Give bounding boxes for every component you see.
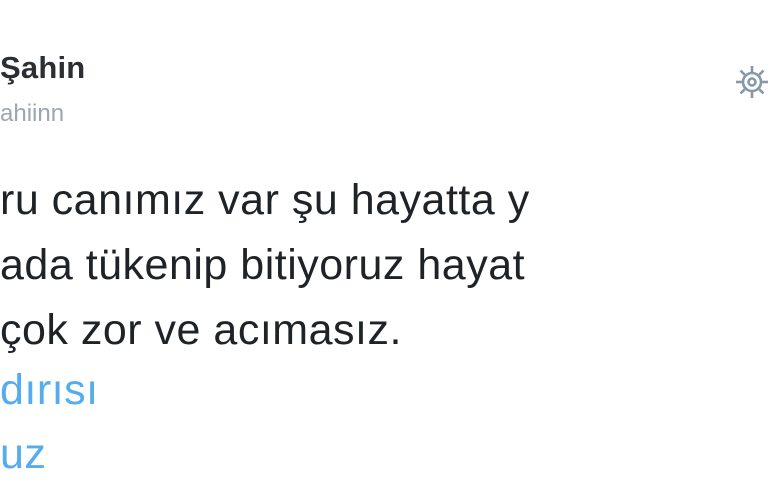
gear-icon[interactable] <box>734 64 770 100</box>
tweet-text-line-3: çok zor ve acımasız. <box>0 306 402 354</box>
author-display-name[interactable]: Şahin <box>0 50 85 86</box>
tweet-card: Şahin ahiinn ru canımız var şu hayatta y… <box>0 0 770 485</box>
tweet-text-line-1: ru canımız var şu hayatta y <box>0 176 530 224</box>
tweet-text-line-2: ada tükenip bitiyoruz hayat <box>0 241 526 289</box>
hashtag-link-2[interactable]: uz <box>0 430 46 479</box>
hashtag-link-1[interactable]: dırısı <box>0 366 99 415</box>
author-handle[interactable]: ahiinn <box>0 100 64 128</box>
